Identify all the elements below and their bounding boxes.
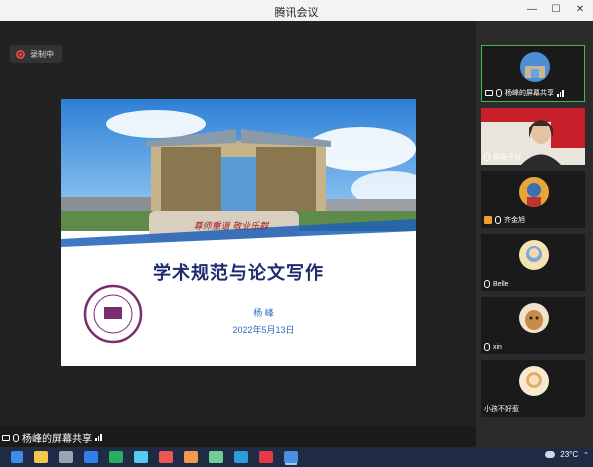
cloud [106,110,206,138]
avatar [519,366,549,396]
participant-name: 小孩不好惹 [484,406,519,413]
meeting-window: 腾讯会议 — ☐ ✕ 录制中 尊师重道 敬业乐群 学术规范与论文写作 杨 峰 2… [0,0,593,447]
recording-indicator[interactable]: 录制中 [10,45,62,63]
mic-icon [484,153,490,161]
browser-icon[interactable] [59,451,73,463]
calligraphy-text: 尊师重道 敬业乐群 [193,222,269,232]
maximize-icon[interactable]: ☐ [547,3,565,17]
mic-icon [495,216,501,224]
avatar [519,240,549,270]
recording-label: 录制中 [30,49,54,59]
weather-icon [545,451,556,458]
participant-tile[interactable]: 杨峰的屏幕共享 [481,45,585,102]
signal-icon [557,89,564,97]
window-title: 腾讯会议 [274,7,319,19]
participant-tile[interactable]: 小孩不好惹 [481,360,585,417]
wechat-icon[interactable] [109,451,123,463]
photo-icon[interactable] [234,451,248,463]
participant-tile[interactable]: 齐金旭 [481,171,585,228]
shared-slide: 尊师重道 敬业乐群 学术规范与论文写作 杨 峰 2022年5月13日 [61,99,416,366]
record-icon [16,49,25,59]
screen-share-name: 杨峰的屏幕共享 [22,434,92,445]
terminal-icon[interactable] [209,451,223,463]
mic-icon [496,89,502,97]
mic-icon [484,343,490,351]
temperature: 23°C [560,450,579,459]
close-icon[interactable]: ✕ [571,3,589,17]
minimize-icon[interactable]: — [523,3,541,17]
mic-icon [13,433,19,442]
explorer-icon[interactable] [34,451,48,463]
participant-name: 齐金旭 [504,217,525,224]
title-bar[interactable]: 腾讯会议 — ☐ ✕ [0,0,593,21]
participant-name: 杨峰的屏幕共享 [505,90,554,97]
mic-icon [484,280,490,288]
participant-name: 珊瑚子曰 [493,154,521,161]
participant-tile[interactable]: 珊瑚子曰 [481,108,585,165]
office-icon[interactable] [159,451,173,463]
participant-name: xin [493,343,502,351]
avatar [520,52,550,82]
slide-author: 杨 峰 [253,308,274,318]
chevron-up-icon[interactable]: ⌃ [583,451,589,459]
screen-share-icon [2,434,10,441]
user-icon [484,216,492,224]
slide-date: 2022年5月13日 [232,325,295,335]
browser-icon[interactable] [134,451,148,463]
taskbar: 23°C ⌃ [0,447,593,467]
avatar [519,177,549,207]
slide-title: 学术规范与论文写作 [153,263,324,284]
screen-share-label: 杨峰的屏幕共享 [2,430,102,445]
avatar [519,303,549,333]
participant-tile[interactable]: Belle [481,234,585,291]
participant-tile[interactable]: xin [481,297,585,354]
signal-icon [95,434,102,441]
start-icon[interactable] [11,451,23,463]
participant-name: Belle [493,280,509,288]
screen-share-icon [485,90,493,96]
photo-icon[interactable] [184,451,198,463]
mail-icon[interactable] [84,451,98,463]
wps-icon[interactable] [259,451,273,463]
meeting-icon[interactable] [284,451,298,463]
participant-sidebar: 杨峰的屏幕共享 珊瑚子曰 齐金旭 Belle xin 小孩不好惹 [476,21,593,447]
